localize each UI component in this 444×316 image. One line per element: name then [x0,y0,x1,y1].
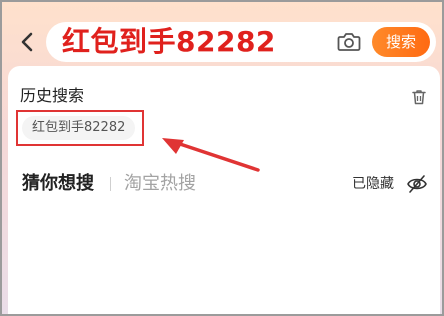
suggestion-tabs: 猜你想搜 淘宝热搜 已隐藏 [22,170,430,198]
tab-divider [110,177,111,191]
screen-frame: 红包到手82282 搜索 历史搜索 红包到手82282 猜你想搜 淘宝热搜 已隐… [0,0,444,316]
search-button[interactable]: 搜索 [372,27,430,57]
back-button[interactable] [14,28,42,56]
search-header: 红包到手82282 搜索 [2,2,442,72]
tab-taobao-hot[interactable]: 淘宝热搜 [124,170,196,198]
search-panel: 历史搜索 红包到手82282 猜你想搜 淘宝热搜 已隐藏 [8,66,440,314]
history-item[interactable]: 红包到手82282 [22,116,136,140]
history-title: 历史搜索 [20,86,85,105]
chevron-left-icon [21,32,33,52]
hidden-toggle-label[interactable]: 已隐藏 [352,170,394,198]
tab-guess-you-want[interactable]: 猜你想搜 [22,170,94,198]
eye-off-icon[interactable] [406,174,428,194]
camera-icon[interactable] [336,29,362,55]
search-input[interactable]: 红包到手82282 [62,22,276,62]
trash-icon[interactable] [410,88,428,106]
search-bar[interactable]: 红包到手82282 搜索 [46,22,436,62]
